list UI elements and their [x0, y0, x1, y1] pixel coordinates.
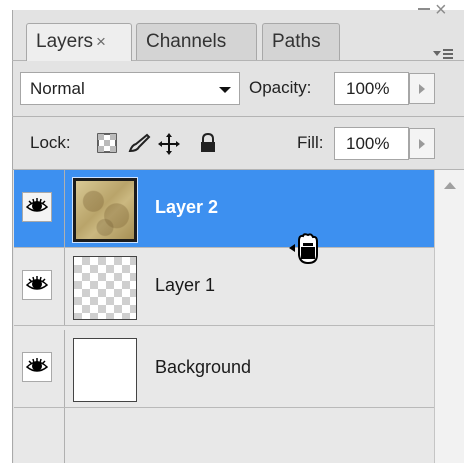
blend-mode-value: Normal: [30, 79, 85, 98]
opacity-label: Opacity:: [249, 78, 312, 97]
eye-icon[interactable]: [22, 270, 52, 300]
layer-name[interactable]: Layer 1: [155, 275, 215, 296]
tab-close-icon[interactable]: ×: [96, 32, 106, 51]
options-divider: [12, 116, 464, 117]
opacity-field[interactable]: 100%: [334, 72, 409, 105]
panel-menu-icon[interactable]: [432, 47, 454, 64]
minimize-icon[interactable]: [418, 8, 430, 10]
opacity-stepper[interactable]: [409, 73, 435, 104]
eye-icon[interactable]: [22, 352, 52, 382]
row-separator: [64, 330, 65, 407]
tab-paths[interactable]: Paths: [262, 23, 340, 60]
layer-row-background[interactable]: Background: [14, 330, 434, 408]
lock-position-icon[interactable]: [158, 133, 180, 160]
close-icon[interactable]: ×: [435, 0, 447, 20]
layer-thumbnail: [73, 338, 137, 402]
tab-channels[interactable]: Channels: [136, 23, 257, 60]
row-separator: [64, 248, 65, 325]
layer-thumbnail: [73, 256, 137, 320]
blend-mode-select[interactable]: Normal: [20, 72, 240, 105]
layers-scrollbar[interactable]: [434, 170, 464, 463]
drag-hand-cursor-icon: [287, 233, 323, 272]
lock-all-icon[interactable]: [199, 132, 217, 158]
tab-layers-label: Layers: [36, 31, 94, 52]
tab-paths-label: Paths: [272, 31, 321, 52]
layer-row-layer-2[interactable]: Layer 2: [14, 170, 434, 248]
fill-stepper[interactable]: [409, 128, 435, 159]
tab-channels-label: Channels: [146, 31, 227, 52]
lock-transparent-icon[interactable]: [97, 133, 117, 158]
scroll-up-icon[interactable]: [444, 182, 456, 189]
tab-layers[interactable]: Layers ×: [26, 23, 132, 61]
layer-name[interactable]: Background: [155, 357, 251, 378]
lock-label: Lock:: [30, 133, 71, 152]
layer-thumbnail: [72, 177, 138, 243]
lock-image-icon[interactable]: [127, 133, 151, 158]
layer-name[interactable]: Layer 2: [155, 197, 218, 218]
layer-row-layer-1[interactable]: Layer 1: [14, 248, 434, 326]
fill-field[interactable]: 100%: [334, 127, 409, 160]
row-separator: [64, 170, 65, 247]
chevron-down-icon: [219, 87, 231, 93]
eye-icon[interactable]: [22, 192, 52, 222]
list-separator: [64, 408, 65, 463]
fill-label: Fill:: [297, 133, 324, 152]
